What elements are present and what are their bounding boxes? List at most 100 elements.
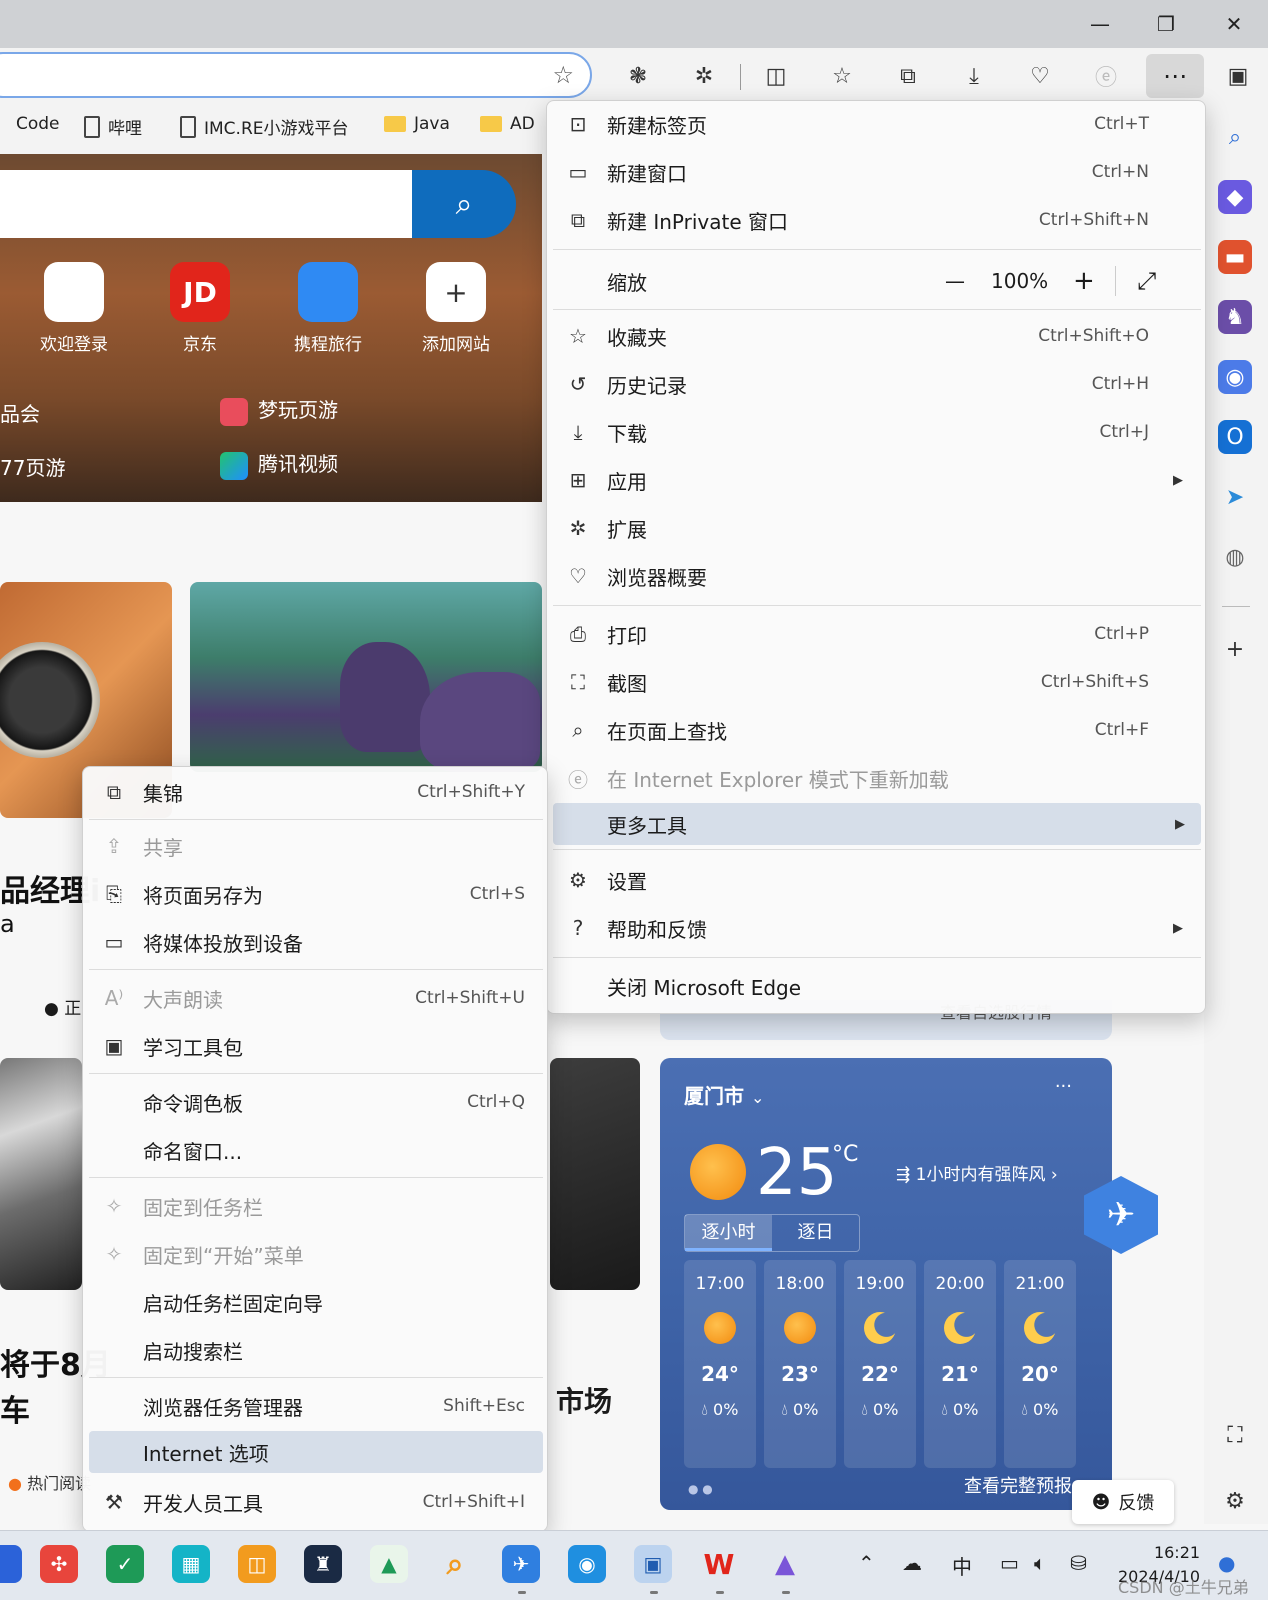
input-method-indicator[interactable]: 中 bbox=[952, 1551, 972, 1580]
zoom-in-button[interactable]: + bbox=[1073, 266, 1095, 296]
menu-item-new-window[interactable]: ▭ 新建窗口 Ctrl+N bbox=[547, 149, 1205, 195]
minimize-button[interactable]: — bbox=[1070, 4, 1130, 44]
menu-item-apps[interactable]: ⊞ 应用 ▶ bbox=[547, 457, 1205, 503]
add-favorite-star-icon[interactable]: ☆ bbox=[552, 61, 574, 89]
submenu-item-task-manager[interactable]: 浏览器任务管理器 Shift+Esc bbox=[83, 1383, 547, 1429]
hourly-forecast-item[interactable]: 18:00 23° 💧︎ 0% bbox=[764, 1260, 836, 1468]
submenu-item-collections[interactable]: ⧉ 集锦 Ctrl+Shift+Y bbox=[83, 769, 547, 815]
close-window-button[interactable]: ✕ bbox=[1204, 4, 1264, 44]
submenu-item-name-window[interactable]: 命名窗口... bbox=[83, 1127, 547, 1173]
menu-item-extensions[interactable]: ✲ 扩展 bbox=[547, 505, 1205, 551]
menu-item-screenshot[interactable]: ⛶ 截图 Ctrl+Shift+S bbox=[547, 659, 1205, 705]
taskbar-app-icon[interactable] bbox=[0, 1545, 22, 1583]
menu-item-help-feedback[interactable]: ? 帮助和反馈 ▶ bbox=[547, 905, 1205, 951]
tab-hourly[interactable]: 逐小时 bbox=[685, 1215, 772, 1251]
outlook-icon[interactable]: O bbox=[1218, 420, 1252, 454]
battery-icon[interactable]: ⛁ bbox=[1070, 1551, 1087, 1575]
web-search-input[interactable] bbox=[0, 170, 412, 238]
carousel-dots[interactable]: ● ● bbox=[688, 1482, 713, 1496]
submenu-item-command-palette[interactable]: 命令调色板 Ctrl+Q bbox=[83, 1079, 547, 1125]
favorite-folder[interactable]: Java bbox=[384, 114, 450, 134]
split-screen-icon[interactable]: ◫ bbox=[756, 58, 796, 94]
menu-item-downloads[interactable]: ⤓ 下载 Ctrl+J bbox=[547, 409, 1205, 455]
taskbar-app-icon[interactable]: ▦ bbox=[172, 1545, 210, 1583]
settings-and-more-button[interactable]: ⋯ bbox=[1146, 54, 1204, 98]
menu-item-new-tab[interactable]: ⊡ 新建标签页 Ctrl+T bbox=[547, 101, 1205, 147]
news-headline[interactable]: a bbox=[0, 910, 15, 938]
menu-item-settings[interactable]: ⚙ 设置 bbox=[547, 857, 1205, 903]
quick-link-tile[interactable]: 欢迎登录 bbox=[24, 262, 124, 355]
copilot-icon[interactable]: ❃ bbox=[618, 58, 658, 94]
shopping-tag-icon[interactable]: ◆ bbox=[1218, 180, 1252, 214]
news-card-image[interactable] bbox=[550, 1058, 640, 1290]
menu-item-print[interactable]: ⎙ 打印 Ctrl+P bbox=[547, 611, 1205, 657]
add-site-tile[interactable]: + 添加网站 bbox=[406, 262, 506, 355]
submenu-item-save-page-as[interactable]: ⎘ 将页面另存为 Ctrl+S bbox=[83, 871, 547, 917]
site-link[interactable]: 腾讯视频 bbox=[220, 448, 338, 480]
edge-browser-icon[interactable]: ◉ bbox=[568, 1545, 606, 1583]
globe-icon[interactable]: ◍ bbox=[1218, 540, 1252, 574]
zoom-out-button[interactable]: — bbox=[945, 269, 965, 293]
favorite-item[interactable]: IMC.RE小游戏平台 bbox=[180, 114, 349, 139]
menu-item-browser-essentials[interactable]: ♡ 浏览器概要 bbox=[547, 553, 1205, 599]
taskbar-app-icon[interactable]: ▣ bbox=[634, 1545, 672, 1583]
news-card-taxi-image[interactable] bbox=[0, 1058, 82, 1290]
submenu-item-developer-tools[interactable]: ⚒ 开发人员工具 Ctrl+Shift+I bbox=[83, 1479, 547, 1525]
tab-daily[interactable]: 逐日 bbox=[772, 1215, 859, 1251]
hourly-forecast-item[interactable]: 21:00 20° 💧︎ 0% bbox=[1004, 1260, 1076, 1468]
taskbar-app-icon[interactable]: ▲ bbox=[766, 1545, 804, 1583]
weather-more-button[interactable]: ··· bbox=[1055, 1076, 1072, 1097]
weather-card[interactable]: 厦门市 ⌄ ··· 25 °C ⇶ 1小时内有强阵风 › 逐小时 逐日 17:0… bbox=[660, 1058, 1112, 1510]
favorites-icon[interactable]: ☆ bbox=[822, 58, 862, 94]
favorite-folder[interactable]: AD bbox=[480, 114, 535, 134]
search-button[interactable]: ⌕ bbox=[412, 170, 516, 238]
browser-essentials-icon[interactable]: ♡ bbox=[1020, 58, 1060, 94]
extensions-icon[interactable]: ✲ bbox=[684, 58, 724, 94]
sidebar-toggle-icon[interactable]: ▣ bbox=[1218, 58, 1258, 94]
submenu-item-taskbar-pin-wizard[interactable]: 启动任务栏固定向导 bbox=[83, 1279, 547, 1325]
menu-item-close-edge[interactable]: 关闭 Microsoft Edge bbox=[547, 963, 1205, 1009]
taskbar-app-icon[interactable]: ✣ bbox=[40, 1545, 78, 1583]
hourly-forecast-item[interactable]: 20:00 21° 💧︎ 0% bbox=[924, 1260, 996, 1468]
weather-city[interactable]: 厦门市 ⌄ bbox=[684, 1080, 764, 1109]
downloads-icon[interactable]: ⤓ bbox=[954, 58, 994, 94]
quick-link-tile[interactable]: 携程旅行 bbox=[278, 262, 378, 355]
menu-item-find-on-page[interactable]: ⌕ 在页面上查找 Ctrl+F bbox=[547, 707, 1205, 753]
submenu-item-learning-toolkit[interactable]: ▣ 学习工具包 bbox=[83, 1023, 547, 1069]
taskbar-app-icon[interactable]: ♜ bbox=[304, 1545, 342, 1583]
favorite-item[interactable]: Code bbox=[16, 114, 60, 134]
search-icon[interactable]: ⌕ bbox=[436, 1545, 474, 1583]
cloud-icon[interactable]: ☁ bbox=[902, 1551, 922, 1575]
news-card-game-image[interactable] bbox=[190, 582, 542, 772]
submenu-item-internet-options[interactable]: Internet 选项 bbox=[89, 1431, 543, 1473]
taskbar-app-icon[interactable]: ▲ bbox=[370, 1545, 408, 1583]
drop-send-icon[interactable]: ➤ bbox=[1218, 480, 1252, 514]
favorite-item[interactable]: 哔哩 bbox=[84, 114, 142, 139]
menu-item-new-inprivate[interactable]: ⧉ 新建 InPrivate 窗口 Ctrl+Shift+N bbox=[547, 197, 1205, 243]
news-headline[interactable]: 车 bbox=[0, 1386, 30, 1430]
ie-mode-icon[interactable]: ⓔ bbox=[1086, 58, 1126, 94]
network-icon[interactable]: ▭ bbox=[1000, 1551, 1019, 1575]
add-icon[interactable]: + bbox=[1218, 632, 1252, 666]
weather-alert[interactable]: ⇶ 1小时内有强阵风 › bbox=[896, 1160, 1058, 1185]
menu-item-history[interactable]: ↺ 历史记录 Ctrl+H bbox=[547, 361, 1205, 407]
hourly-forecast-item[interactable]: 17:00 24° 💧︎ 0% bbox=[684, 1260, 756, 1468]
games-icon[interactable]: ♞ bbox=[1218, 300, 1252, 334]
quick-link-tile[interactable]: JD 京东 bbox=[150, 262, 250, 355]
feedback-button[interactable]: ☻ 反馈 bbox=[1072, 1480, 1174, 1524]
fullscreen-button[interactable]: ⤢ bbox=[1137, 267, 1156, 295]
taskbar-app-icon[interactable]: ✓ bbox=[106, 1545, 144, 1583]
wps-icon[interactable]: W bbox=[700, 1545, 738, 1583]
submenu-item-cast-media[interactable]: ▭ 将媒体投放到设备 bbox=[83, 919, 547, 965]
taskbar-app-icon[interactable]: ✈ bbox=[502, 1545, 540, 1583]
gear-icon[interactable]: ⚙ bbox=[1218, 1484, 1252, 1518]
notification-bell-icon[interactable]: ● bbox=[1218, 1551, 1235, 1575]
taskbar-app-icon[interactable]: ◫ bbox=[238, 1545, 276, 1583]
menu-item-favorites[interactable]: ☆ 收藏夹 Ctrl+Shift+O bbox=[547, 313, 1205, 359]
volume-muted-icon[interactable]: 🔈︎ bbox=[1034, 1551, 1046, 1575]
menu-item-more-tools[interactable]: 更多工具 ▶ bbox=[553, 803, 1201, 845]
submenu-item-search-bar[interactable]: 启动搜索栏 bbox=[83, 1327, 547, 1373]
site-link[interactable]: 梦玩页游 bbox=[220, 394, 338, 426]
tools-briefcase-icon[interactable]: ▬ bbox=[1218, 240, 1252, 274]
collections-icon[interactable]: ⧉ bbox=[888, 58, 928, 94]
